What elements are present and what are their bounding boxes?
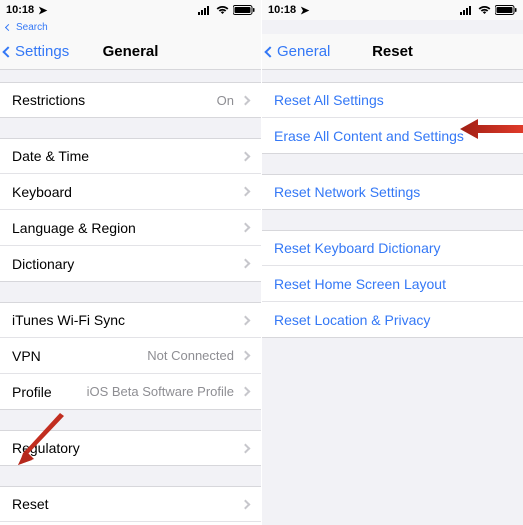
battery-icon — [233, 5, 255, 15]
back-label: General — [277, 43, 330, 60]
row-erase-all[interactable]: Erase All Content and Settings — [262, 118, 523, 154]
row-vpn[interactable]: VPN Not Connected — [0, 338, 261, 374]
group-reset-1: Reset All Settings Erase All Content and… — [262, 82, 523, 154]
battery-icon — [495, 5, 517, 15]
chevron-left-icon — [2, 46, 13, 57]
chevron-right-icon — [241, 315, 251, 325]
search-hint[interactable]: Search — [0, 20, 261, 34]
group-restrictions: Restrictions On — [0, 82, 261, 118]
location-icon: ➤ — [300, 4, 309, 17]
group-reset: Reset Shut Down — [0, 486, 261, 525]
status-time: 10:18 — [6, 4, 34, 16]
row-reset-keyboard[interactable]: Reset Keyboard Dictionary — [262, 230, 523, 266]
row-regulatory[interactable]: Regulatory — [0, 430, 261, 466]
group-regulatory: Regulatory — [0, 430, 261, 466]
wifi-icon — [478, 5, 491, 15]
screen-general: 10:18 ➤ Search Settings General Restrict… — [0, 0, 262, 525]
cell-label: Keyboard — [12, 184, 72, 200]
row-keyboard[interactable]: Keyboard — [0, 174, 261, 210]
status-bar: 10:18 ➤ — [262, 0, 523, 20]
cell-label: Language & Region — [12, 220, 136, 236]
row-date-time[interactable]: Date & Time — [0, 138, 261, 174]
cell-label: Reset Location & Privacy — [274, 312, 430, 328]
chevron-right-icon — [241, 443, 251, 453]
back-button[interactable]: Settings — [0, 43, 69, 60]
row-reset-network[interactable]: Reset Network Settings — [262, 174, 523, 210]
location-icon: ➤ — [38, 4, 47, 17]
row-reset[interactable]: Reset — [0, 486, 261, 522]
chevron-right-icon — [241, 259, 251, 269]
status-time: 10:18 — [268, 4, 296, 16]
row-language-region[interactable]: Language & Region — [0, 210, 261, 246]
chevron-right-icon — [241, 151, 251, 161]
group-reset-3: Reset Keyboard Dictionary Reset Home Scr… — [262, 230, 523, 338]
status-bar: 10:18 ➤ — [0, 0, 261, 20]
group-input: Date & Time Keyboard Language & Region D… — [0, 138, 261, 282]
cell-label: iTunes Wi-Fi Sync — [12, 312, 125, 328]
wifi-icon — [216, 5, 229, 15]
row-reset-location[interactable]: Reset Location & Privacy — [262, 302, 523, 338]
group-sync: iTunes Wi-Fi Sync VPN Not Connected Prof… — [0, 302, 261, 410]
chevron-right-icon — [241, 187, 251, 197]
cell-detail: iOS Beta Software Profile — [87, 384, 234, 399]
row-itunes-wifi[interactable]: iTunes Wi-Fi Sync — [0, 302, 261, 338]
cell-label: Reset — [12, 496, 49, 512]
chevron-right-icon — [241, 499, 251, 509]
signal-icon — [198, 6, 212, 15]
row-profile[interactable]: Profile iOS Beta Software Profile — [0, 374, 261, 410]
chevron-right-icon — [241, 223, 251, 233]
cell-label: Date & Time — [12, 148, 89, 164]
nav-bar: Settings General — [0, 34, 261, 70]
chevron-right-icon — [241, 387, 251, 397]
row-restrictions[interactable]: Restrictions On — [0, 82, 261, 118]
group-reset-2: Reset Network Settings — [262, 174, 523, 210]
screen-reset: 10:18 ➤ . General Reset Reset All Settin… — [262, 0, 523, 525]
cell-label: Erase All Content and Settings — [274, 128, 464, 144]
cell-label: Reset Network Settings — [274, 184, 420, 200]
cell-detail: On — [217, 93, 234, 108]
cell-label: Reset Keyboard Dictionary — [274, 240, 441, 256]
nav-bar: General Reset — [262, 34, 523, 70]
cell-label: Profile — [12, 384, 52, 400]
row-reset-home[interactable]: Reset Home Screen Layout — [262, 266, 523, 302]
back-label: Settings — [15, 43, 69, 60]
row-dictionary[interactable]: Dictionary — [0, 246, 261, 282]
cell-label: Reset Home Screen Layout — [274, 276, 446, 292]
chevron-right-icon — [241, 351, 251, 361]
row-reset-all-settings[interactable]: Reset All Settings — [262, 82, 523, 118]
cell-label: VPN — [12, 348, 41, 364]
cell-label: Restrictions — [12, 92, 85, 108]
cell-label: Regulatory — [12, 440, 80, 456]
chevron-left-icon — [264, 46, 275, 57]
cell-detail: Not Connected — [147, 348, 234, 363]
cell-label: Dictionary — [12, 256, 74, 272]
signal-icon — [460, 6, 474, 15]
chevron-right-icon — [241, 95, 251, 105]
cell-label: Reset All Settings — [274, 92, 384, 108]
back-button[interactable]: General — [262, 43, 330, 60]
